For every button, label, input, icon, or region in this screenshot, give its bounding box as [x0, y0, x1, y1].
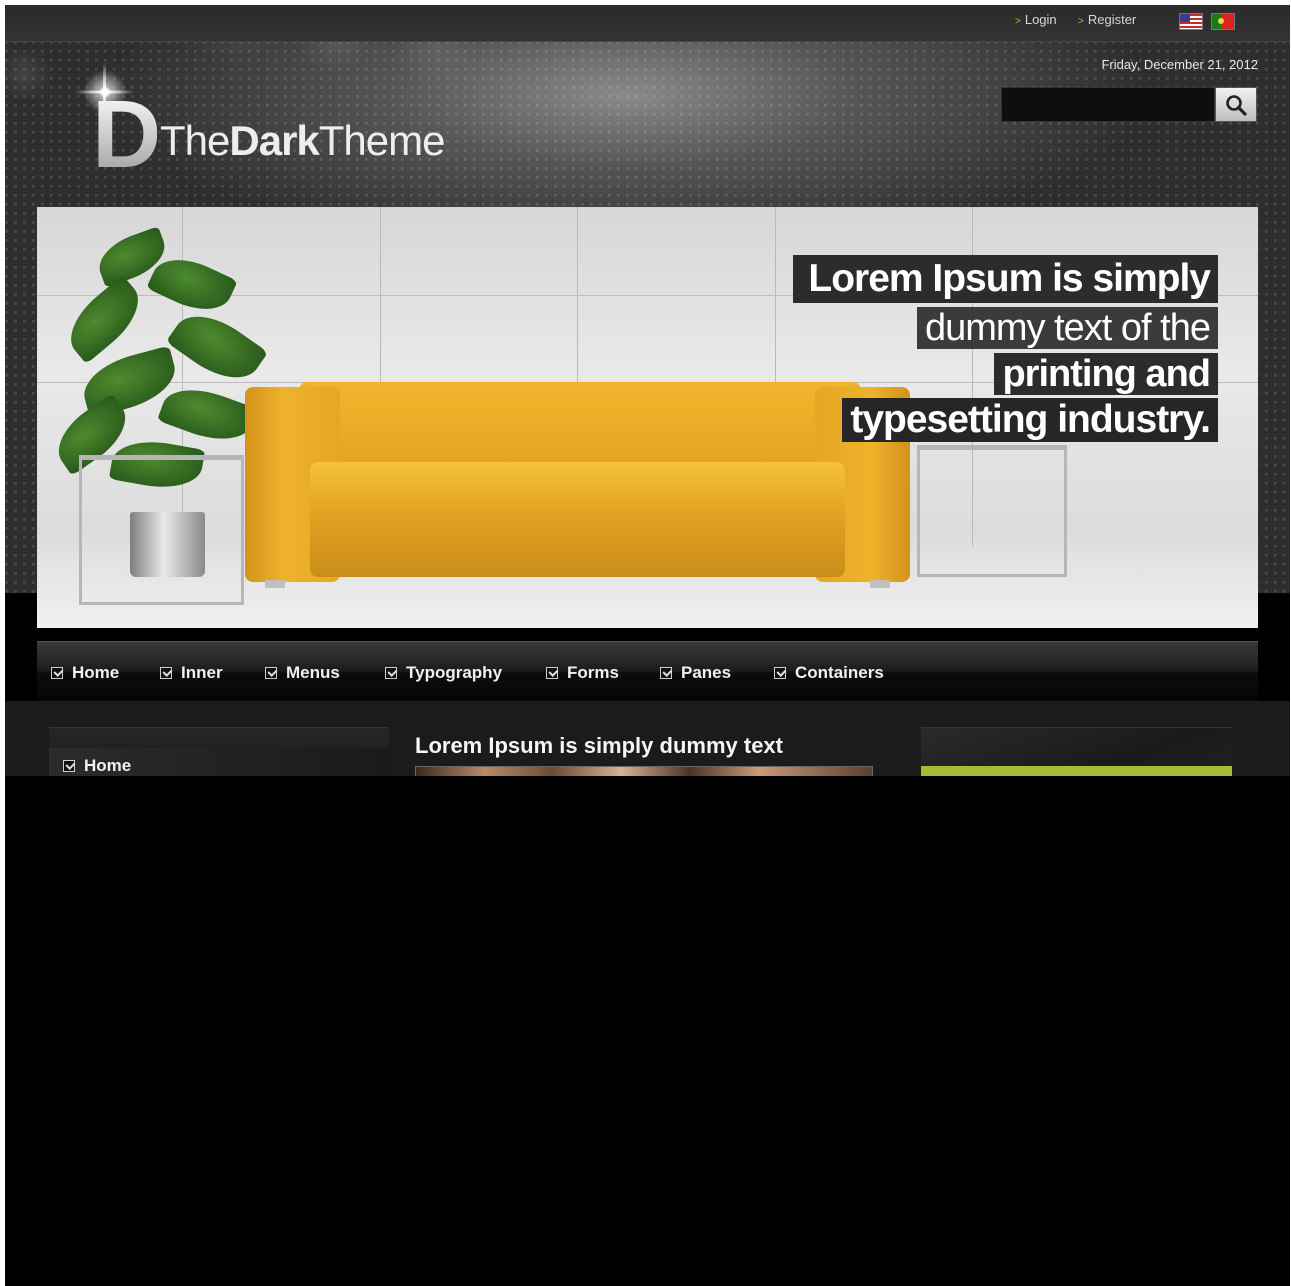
login-label: Login — [1024, 12, 1057, 27]
nav-item-label: Typography — [406, 663, 503, 682]
banner-caption-line: typesetting industry. — [842, 398, 1218, 442]
search-input[interactable] — [1001, 87, 1215, 122]
sidebar-item-home[interactable]: Home — [63, 756, 131, 776]
article-title[interactable]: Lorem Ipsum is simply dummy text — [415, 733, 783, 759]
side-table — [917, 445, 1067, 577]
unrendered-area — [5, 776, 1290, 1286]
nav-item-forms[interactable]: Forms — [546, 663, 619, 683]
search-button[interactable] — [1215, 87, 1257, 122]
nav-item-home[interactable]: Home — [51, 663, 119, 683]
nav-item-typography[interactable]: Typography — [385, 663, 502, 683]
nav-item-label: Containers — [795, 663, 884, 682]
arrow-icon: > — [1078, 16, 1084, 27]
current-date: Friday, December 21, 2012 — [1101, 57, 1258, 72]
checkbox-chevron-icon — [160, 667, 172, 679]
nav-item-label: Menus — [286, 663, 340, 682]
nav-item-label: Home — [72, 663, 120, 682]
main-navigation: Home Inner Menus Typography Forms Panes … — [37, 641, 1258, 702]
checkbox-chevron-icon — [265, 667, 277, 679]
site-logo[interactable]: D TheDarkTheme — [60, 62, 460, 183]
nav-item-label: Panes — [681, 663, 732, 682]
logo-text: TheDarkTheme — [160, 117, 445, 165]
sidebar-item-label: Home — [84, 756, 132, 775]
us-flag-icon[interactable] — [1179, 13, 1203, 30]
banner-caption-line: printing and — [994, 353, 1218, 395]
nav-item-label: Forms — [567, 663, 619, 682]
content-area: Home Lorem Ipsum is simply dummy text — [5, 701, 1290, 788]
top-bar: > Login > Register — [5, 5, 1290, 42]
logo-letter: D — [92, 81, 161, 188]
nav-item-inner[interactable]: Inner — [160, 663, 223, 683]
search-icon — [1226, 94, 1247, 116]
page: > Login > Register Friday, December 21, 20… — [5, 5, 1290, 1286]
nav-item-label: Inner — [181, 663, 223, 682]
arrow-icon: > — [1015, 16, 1021, 27]
checkbox-chevron-icon — [385, 667, 397, 679]
checkbox-chevron-icon — [546, 667, 558, 679]
login-link[interactable]: > Login — [1015, 12, 1057, 27]
checkbox-chevron-icon — [774, 667, 786, 679]
side-table — [79, 455, 244, 605]
hero-banner: Lorem Ipsum is simply dummy text of the … — [37, 207, 1258, 628]
logo-text-end: Theme — [318, 117, 446, 164]
sofa-image — [245, 382, 910, 597]
right-panel-accent-bar — [921, 766, 1232, 776]
header: > Login > Register Friday, December 21, 20… — [5, 5, 1290, 628]
logo-text-bold: Dark — [229, 117, 319, 164]
nav-item-menus[interactable]: Menus — [265, 663, 340, 683]
checkbox-chevron-icon — [51, 667, 63, 679]
portugal-flag-icon[interactable] — [1211, 13, 1235, 30]
nav-item-panes[interactable]: Panes — [660, 663, 731, 683]
register-link[interactable]: > Register — [1078, 12, 1136, 27]
checkbox-chevron-icon — [660, 667, 672, 679]
banner-caption-line: dummy text of the — [916, 307, 1218, 349]
nav-item-containers[interactable]: Containers — [774, 663, 884, 683]
checkbox-chevron-icon — [63, 760, 75, 772]
logo-text-light: The — [160, 117, 230, 164]
register-label: Register — [1087, 12, 1137, 27]
banner-caption-line: Lorem Ipsum is simply — [793, 255, 1218, 303]
